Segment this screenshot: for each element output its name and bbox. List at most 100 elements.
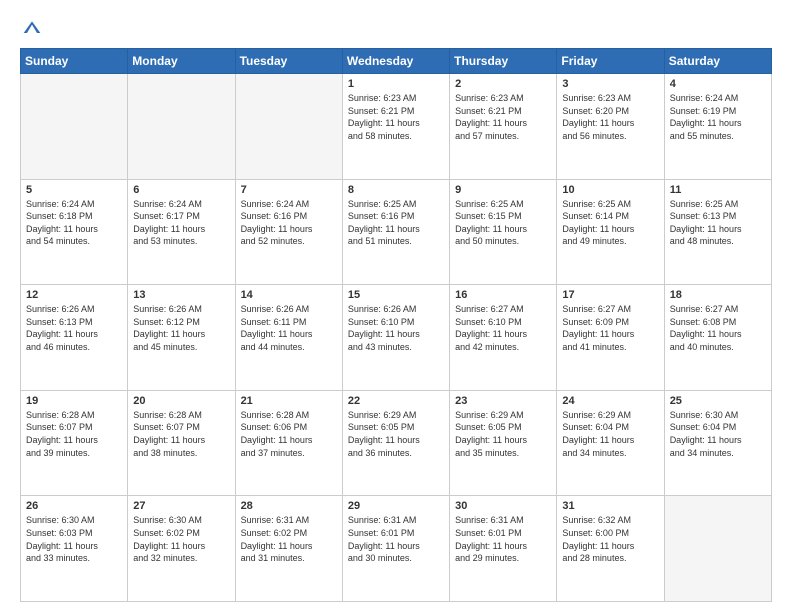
calendar-cell bbox=[235, 74, 342, 180]
day-info: Sunrise: 6:29 AM Sunset: 6:05 PM Dayligh… bbox=[348, 409, 444, 459]
day-number: 18 bbox=[670, 289, 766, 301]
week-row-0: 1 Sunrise: 6:23 AM Sunset: 6:21 PM Daylig… bbox=[21, 74, 772, 180]
calendar-cell: 11Sunrise: 6:25 AM Sunset: 6:13 PM Dayli… bbox=[664, 179, 771, 285]
day-number: 12 bbox=[26, 289, 122, 301]
day-info: Sunrise: 6:29 AM Sunset: 6:04 PM Dayligh… bbox=[562, 409, 658, 459]
day-number: 30 bbox=[455, 500, 551, 512]
day-info: Sunrise: 6:23 AM Sunset: 6:21 PM Dayligh… bbox=[455, 92, 551, 142]
day-number: 11 bbox=[670, 184, 766, 196]
day-header-monday: Monday bbox=[128, 49, 235, 74]
calendar-cell: 3Sunrise: 6:23 AM Sunset: 6:20 PM Daylig… bbox=[557, 74, 664, 180]
calendar-cell: 21 Sunrise: 6:28 AM Sunset: 6:06 PM Dayli… bbox=[235, 390, 342, 496]
calendar-cell: 10 Sunrise: 6:25 AM Sunset: 6:14 PM Dayli… bbox=[557, 179, 664, 285]
calendar-cell: 16 Sunrise: 6:27 AM Sunset: 6:10 PM Dayli… bbox=[450, 285, 557, 391]
calendar-cell: 26 Sunrise: 6:30 AM Sunset: 6:03 PM Dayli… bbox=[21, 496, 128, 602]
week-row-3: 19 Sunrise: 6:28 AM Sunset: 6:07 PM Dayli… bbox=[21, 390, 772, 496]
day-number: 17 bbox=[562, 289, 658, 301]
day-number: 20 bbox=[133, 395, 229, 407]
day-number: 7 bbox=[241, 184, 337, 196]
calendar-cell: 23 Sunrise: 6:29 AM Sunset: 6:05 PM Dayli… bbox=[450, 390, 557, 496]
day-info: Sunrise: 6:27 AM Sunset: 6:08 PM Dayligh… bbox=[670, 303, 766, 353]
calendar-cell: 12 Sunrise: 6:26 AM Sunset: 6:13 PM Dayli… bbox=[21, 285, 128, 391]
day-info: Sunrise: 6:30 AM Sunset: 6:02 PM Dayligh… bbox=[133, 514, 229, 564]
day-info: Sunrise: 6:26 AM Sunset: 6:13 PM Dayligh… bbox=[26, 303, 122, 353]
day-info: Sunrise: 6:31 AM Sunset: 6:01 PM Dayligh… bbox=[348, 514, 444, 564]
day-number: 21 bbox=[241, 395, 337, 407]
day-number: 8 bbox=[348, 184, 444, 196]
calendar-cell: 22 Sunrise: 6:29 AM Sunset: 6:05 PM Dayli… bbox=[342, 390, 449, 496]
day-number: 5 bbox=[26, 184, 122, 196]
day-number: 3 bbox=[562, 78, 658, 90]
day-number: 2 bbox=[455, 78, 551, 90]
day-number: 14 bbox=[241, 289, 337, 301]
day-number: 27 bbox=[133, 500, 229, 512]
calendar-cell: 7 Sunrise: 6:24 AM Sunset: 6:16 PM Daylig… bbox=[235, 179, 342, 285]
day-number: 23 bbox=[455, 395, 551, 407]
day-info: Sunrise: 6:31 AM Sunset: 6:01 PM Dayligh… bbox=[455, 514, 551, 564]
calendar-cell: 24 Sunrise: 6:29 AM Sunset: 6:04 PM Dayli… bbox=[557, 390, 664, 496]
header bbox=[20, 18, 772, 38]
day-number: 22 bbox=[348, 395, 444, 407]
day-info: Sunrise: 6:24 AM Sunset: 6:18 PM Dayligh… bbox=[26, 198, 122, 248]
calendar-cell bbox=[664, 496, 771, 602]
day-info: Sunrise: 6:29 AM Sunset: 6:05 PM Dayligh… bbox=[455, 409, 551, 459]
calendar-cell: 18 Sunrise: 6:27 AM Sunset: 6:08 PM Dayli… bbox=[664, 285, 771, 391]
day-header-sunday: Sunday bbox=[21, 49, 128, 74]
calendar-cell: 19Sunrise: 6:28 AM Sunset: 6:07 PM Dayli… bbox=[21, 390, 128, 496]
calendar-cell: 27 Sunrise: 6:30 AM Sunset: 6:02 PM Dayli… bbox=[128, 496, 235, 602]
day-header-tuesday: Tuesday bbox=[235, 49, 342, 74]
day-info: Sunrise: 6:26 AM Sunset: 6:12 PM Dayligh… bbox=[133, 303, 229, 353]
day-info: Sunrise: 6:26 AM Sunset: 6:11 PM Dayligh… bbox=[241, 303, 337, 353]
day-number: 15 bbox=[348, 289, 444, 301]
day-info: Sunrise: 6:27 AM Sunset: 6:09 PM Dayligh… bbox=[562, 303, 658, 353]
day-info: Sunrise: 6:24 AM Sunset: 6:16 PM Dayligh… bbox=[241, 198, 337, 248]
day-number: 10 bbox=[562, 184, 658, 196]
day-header-friday: Friday bbox=[557, 49, 664, 74]
day-number: 28 bbox=[241, 500, 337, 512]
week-row-1: 5 Sunrise: 6:24 AM Sunset: 6:18 PM Daylig… bbox=[21, 179, 772, 285]
day-header-thursday: Thursday bbox=[450, 49, 557, 74]
day-info: Sunrise: 6:28 AM Sunset: 6:07 PM Dayligh… bbox=[133, 409, 229, 459]
day-info: Sunrise: 6:25 AM Sunset: 6:14 PM Dayligh… bbox=[562, 198, 658, 248]
day-number: 9 bbox=[455, 184, 551, 196]
calendar-cell: 17 Sunrise: 6:27 AM Sunset: 6:09 PM Dayli… bbox=[557, 285, 664, 391]
day-info: Sunrise: 6:30 AM Sunset: 6:03 PM Dayligh… bbox=[26, 514, 122, 564]
calendar-cell: 20 Sunrise: 6:28 AM Sunset: 6:07 PM Dayli… bbox=[128, 390, 235, 496]
calendar-cell: 14 Sunrise: 6:26 AM Sunset: 6:11 PM Dayli… bbox=[235, 285, 342, 391]
calendar-cell: 29Sunrise: 6:31 AM Sunset: 6:01 PM Dayli… bbox=[342, 496, 449, 602]
day-info: Sunrise: 6:27 AM Sunset: 6:10 PM Dayligh… bbox=[455, 303, 551, 353]
calendar-cell: 9Sunrise: 6:25 AM Sunset: 6:15 PM Daylig… bbox=[450, 179, 557, 285]
day-number: 4 bbox=[670, 78, 766, 90]
calendar-cell: 25Sunrise: 6:30 AM Sunset: 6:04 PM Dayli… bbox=[664, 390, 771, 496]
day-info: Sunrise: 6:31 AM Sunset: 6:02 PM Dayligh… bbox=[241, 514, 337, 564]
calendar-cell bbox=[128, 74, 235, 180]
calendar-cell: 31 Sunrise: 6:32 AM Sunset: 6:00 PM Dayli… bbox=[557, 496, 664, 602]
day-header-wednesday: Wednesday bbox=[342, 49, 449, 74]
logo-icon bbox=[22, 18, 42, 38]
day-number: 31 bbox=[562, 500, 658, 512]
day-info: Sunrise: 6:24 AM Sunset: 6:17 PM Dayligh… bbox=[133, 198, 229, 248]
day-number: 24 bbox=[562, 395, 658, 407]
day-info: Sunrise: 6:24 AM Sunset: 6:19 PM Dayligh… bbox=[670, 92, 766, 142]
calendar-cell: 6 Sunrise: 6:24 AM Sunset: 6:17 PM Daylig… bbox=[128, 179, 235, 285]
day-number: 19 bbox=[26, 395, 122, 407]
calendar-cell bbox=[21, 74, 128, 180]
calendar-cell: 13Sunrise: 6:26 AM Sunset: 6:12 PM Dayli… bbox=[128, 285, 235, 391]
calendar-cell: 15 Sunrise: 6:26 AM Sunset: 6:10 PM Dayli… bbox=[342, 285, 449, 391]
day-header-saturday: Saturday bbox=[664, 49, 771, 74]
calendar-table: SundayMondayTuesdayWednesdayThursdayFrid… bbox=[20, 48, 772, 602]
calendar-cell: 8Sunrise: 6:25 AM Sunset: 6:16 PM Daylig… bbox=[342, 179, 449, 285]
day-info: Sunrise: 6:26 AM Sunset: 6:10 PM Dayligh… bbox=[348, 303, 444, 353]
day-number: 26 bbox=[26, 500, 122, 512]
week-row-2: 12 Sunrise: 6:26 AM Sunset: 6:13 PM Dayli… bbox=[21, 285, 772, 391]
day-info: Sunrise: 6:28 AM Sunset: 6:06 PM Dayligh… bbox=[241, 409, 337, 459]
page: SundayMondayTuesdayWednesdayThursdayFrid… bbox=[0, 0, 792, 612]
day-number: 25 bbox=[670, 395, 766, 407]
day-info: Sunrise: 6:32 AM Sunset: 6:00 PM Dayligh… bbox=[562, 514, 658, 564]
calendar-cell: 5 Sunrise: 6:24 AM Sunset: 6:18 PM Daylig… bbox=[21, 179, 128, 285]
calendar-cell: 28 Sunrise: 6:31 AM Sunset: 6:02 PM Dayli… bbox=[235, 496, 342, 602]
day-number: 16 bbox=[455, 289, 551, 301]
day-number: 6 bbox=[133, 184, 229, 196]
calendar-cell: 30 Sunrise: 6:31 AM Sunset: 6:01 PM Dayli… bbox=[450, 496, 557, 602]
day-number: 1 bbox=[348, 78, 444, 90]
